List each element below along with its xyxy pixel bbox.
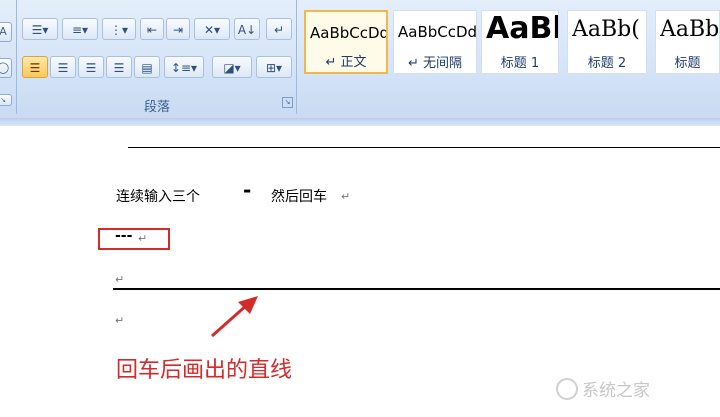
style-label: 标题	[674, 56, 701, 71]
paragraph-mark: ↵	[115, 273, 125, 286]
instruction-text: 连续输入三个	[116, 189, 200, 205]
style-label: ↵ 正文	[325, 55, 367, 70]
borders-button[interactable]: ⊞▾	[256, 56, 292, 78]
paragraph-mark: ↵	[115, 314, 125, 327]
decrease-indent-button[interactable]: ⇤	[140, 18, 164, 40]
align-right-icon: ☰	[85, 61, 97, 75]
multilevel-list-button[interactable]: ⋮▾	[102, 18, 136, 40]
line-spacing-icon: ↕≡▾	[170, 61, 198, 75]
sort-icon: A↓	[237, 23, 257, 37]
sort-button[interactable]: A↓	[234, 18, 260, 40]
paragraph-mark-icon: ↵	[273, 23, 285, 37]
align-left-icon: ☰	[29, 61, 41, 75]
style-sample: AaBl	[486, 11, 559, 46]
distributed-icon: ▤	[141, 61, 153, 75]
style-sample: AaBbCcDd	[310, 24, 388, 42]
paragraph-group: ☰▾ ≡▾ ⋮▾ ⇤ ⇥ ✕▾ A↓ ↵ ☰ ☰ ☰ ☰ ▤ ↕≡▾ ◪▾ ⊞▾…	[18, 0, 297, 115]
align-left-button[interactable]: ☰	[22, 56, 48, 78]
style-sample: AaBbCcDd	[398, 23, 477, 41]
increase-indent-icon: ⇥	[172, 23, 184, 37]
style-title[interactable]: AaBb 标题	[655, 10, 720, 74]
style-no-spacing[interactable]: AaBbCcDd ↵ 无间隔	[393, 10, 477, 74]
ribbon: A ◯ ↘ ☰▾ ≡▾ ⋮▾ ⇤ ⇥ ✕▾ A↓ ↵ ☰ ☰ ☰ ☰ ▤ ↕≡▾…	[0, 0, 720, 119]
highlight-box	[98, 228, 170, 250]
align-right-button[interactable]: ☰	[78, 56, 104, 78]
paragraph-mark: ↵	[341, 190, 351, 203]
show-marks-button[interactable]: ↵	[266, 18, 292, 40]
watermark-text: 系统之家	[582, 381, 650, 401]
style-normal[interactable]: AaBbCcDd ↵ 正文	[304, 10, 388, 74]
numbering-button[interactable]: ≡▾	[62, 18, 98, 40]
chinese-layout-icon: ✕▾	[203, 23, 221, 37]
style-sample: AaBb(	[572, 17, 640, 42]
align-center-icon: ☰	[57, 61, 69, 75]
border-icon: ⊞▾	[265, 61, 283, 75]
font-dialog-launcher[interactable]: ↘	[0, 94, 12, 106]
line-spacing-button[interactable]: ↕≡▾	[164, 56, 204, 78]
style-sample: AaBb	[660, 17, 720, 42]
paragraph-dialog-launcher[interactable]: ↘	[282, 97, 293, 108]
distributed-button[interactable]: ▤	[134, 56, 160, 78]
justify-icon: ☰	[113, 61, 125, 75]
font-color-button[interactable]: A	[0, 22, 12, 42]
style-label: 标题 1	[500, 56, 540, 71]
typed-dashes: ---	[115, 228, 133, 244]
font-group-edge: A ◯ ↘	[0, 0, 17, 114]
ribbon-shadow	[0, 118, 720, 126]
paragraph-mark: ↵	[138, 232, 148, 245]
align-center-button[interactable]: ☰	[50, 56, 76, 78]
style-label: ↵ 无间隔	[407, 56, 463, 71]
numbering-icon: ≡▾	[71, 23, 89, 37]
dash-symbol: -	[243, 178, 252, 202]
paint-bucket-icon: ◪▾	[223, 61, 241, 75]
annotation-arrow-icon	[211, 296, 258, 338]
style-heading-2[interactable]: AaBb( 标题 2	[567, 10, 647, 74]
watermark-logo-icon	[556, 378, 578, 400]
style-label: 标题 2	[587, 56, 627, 71]
chinese-layout-button[interactable]: ✕▾	[194, 18, 230, 40]
annotation-caption: 回车后画出的直线	[116, 358, 293, 383]
shading-button[interactable]: ◪▾	[212, 56, 252, 78]
multilevel-list-icon: ⋮▾	[109, 23, 129, 37]
char-border-button[interactable]: ◯	[0, 58, 12, 78]
paragraph-group-label: 段落	[143, 100, 170, 115]
style-heading-1[interactable]: AaBl 标题 1	[481, 10, 559, 74]
justify-button[interactable]: ☰	[106, 56, 132, 78]
decrease-indent-icon: ⇤	[146, 23, 158, 37]
increase-indent-button[interactable]: ⇥	[166, 18, 190, 40]
bullets-icon: ☰▾	[31, 23, 49, 37]
bullets-button[interactable]: ☰▾	[22, 18, 58, 40]
instruction-tail-text: 然后回车	[271, 189, 327, 205]
top-rule	[128, 147, 720, 148]
